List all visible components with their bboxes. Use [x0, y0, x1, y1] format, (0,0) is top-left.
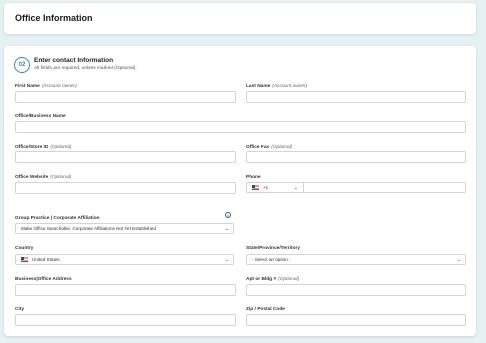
apt-label: Apt or Bldg # (Optional) [246, 277, 299, 282]
group-practice-selected: Make Office Searchable, Corporate Affili… [21, 226, 156, 231]
address-label: Business|Office Address [15, 277, 72, 282]
last-name-input[interactable] [246, 91, 466, 103]
chevron-down-icon: ⌄ [293, 185, 298, 191]
office-name-input[interactable] [15, 121, 466, 133]
zip-input[interactable] [246, 314, 466, 326]
office-fax-input[interactable] [246, 151, 466, 163]
office-store-id-input[interactable] [15, 151, 236, 163]
step-indicator: 02 [14, 57, 30, 73]
phone-number-input[interactable] [303, 182, 466, 193]
section-subtitle: All fields are required, unless marked (… [34, 66, 137, 71]
office-website-label: Office Website (Optional) [15, 175, 71, 180]
office-website-hint: (Optional) [50, 175, 72, 180]
country-label: Country [15, 246, 33, 251]
country-select[interactable]: United States ⌄ [15, 254, 234, 265]
state-select[interactable]: - Select an option - ⌄ [246, 254, 466, 265]
city-input[interactable] [15, 314, 236, 326]
last-name-label: Last Name (Account owner) [246, 84, 307, 89]
info-icon[interactable]: i [225, 212, 231, 218]
first-name-label: First Name (Account owner) [15, 84, 77, 89]
state-selected: - Select an option - [252, 257, 291, 262]
office-store-id-hint: (Optional) [50, 145, 72, 150]
first-name-input[interactable] [15, 91, 236, 103]
phone-label: Phone [246, 175, 261, 180]
apt-hint: (Optional) [278, 277, 300, 282]
address-label-text: Business|Office Address [15, 277, 72, 282]
chevron-down-icon: ⌄ [224, 257, 229, 263]
country-label-text: Country [15, 246, 34, 251]
first-name-hint: (Account owner) [41, 84, 77, 89]
group-practice-label: Group Practice | Corporate Affiliation [15, 216, 100, 221]
phone-country-code-select[interactable]: +1 ⌄ [246, 182, 303, 193]
last-name-hint: (Account owner) [272, 84, 308, 89]
office-fax-hint: (Optional) [271, 145, 293, 150]
zip-label: Zip / Postal Code [246, 307, 285, 312]
us-flag-icon [252, 185, 259, 190]
first-name-label-text: First Name [15, 84, 40, 89]
address-input[interactable] [15, 284, 236, 296]
state-label-text: State/Province/Territory [246, 246, 301, 251]
country-selected: United States [32, 257, 60, 262]
header-card: Office Information [4, 3, 476, 34]
zip-label-text: Zip / Postal Code [246, 307, 285, 312]
last-name-label-text: Last Name [246, 84, 271, 89]
apt-label-text: Apt or Bldg # [246, 277, 277, 282]
page-title: Office Information [15, 13, 93, 23]
apt-input[interactable] [246, 284, 466, 296]
office-store-id-label-text: Office/Store ID [15, 145, 49, 150]
office-name-label: Office/Business Name [15, 114, 66, 119]
section-title: Enter contact Information [34, 57, 114, 64]
group-practice-select[interactable]: Make Office Searchable, Corporate Affili… [15, 223, 234, 234]
city-label: City [15, 307, 24, 312]
city-label-text: City [15, 307, 25, 312]
phone-country-code: +1 [263, 185, 269, 190]
office-store-id-label: Office/Store ID (Optional) [15, 145, 71, 150]
phone-label-text: Phone [246, 175, 261, 180]
office-website-label-text: Office Website [15, 175, 49, 180]
state-label: State/Province/Territory [246, 246, 300, 251]
office-website-input[interactable] [15, 182, 236, 194]
office-fax-label-text: Office Fax [246, 145, 270, 150]
us-flag-icon [21, 257, 28, 262]
group-practice-label-text: Group Practice | Corporate Affiliation [15, 216, 100, 221]
chevron-down-icon: ⌄ [456, 257, 461, 263]
office-fax-label: Office Fax (Optional) [246, 145, 292, 150]
office-name-label-text: Office/Business Name [15, 114, 66, 119]
chevron-down-icon: ⌄ [224, 226, 229, 232]
